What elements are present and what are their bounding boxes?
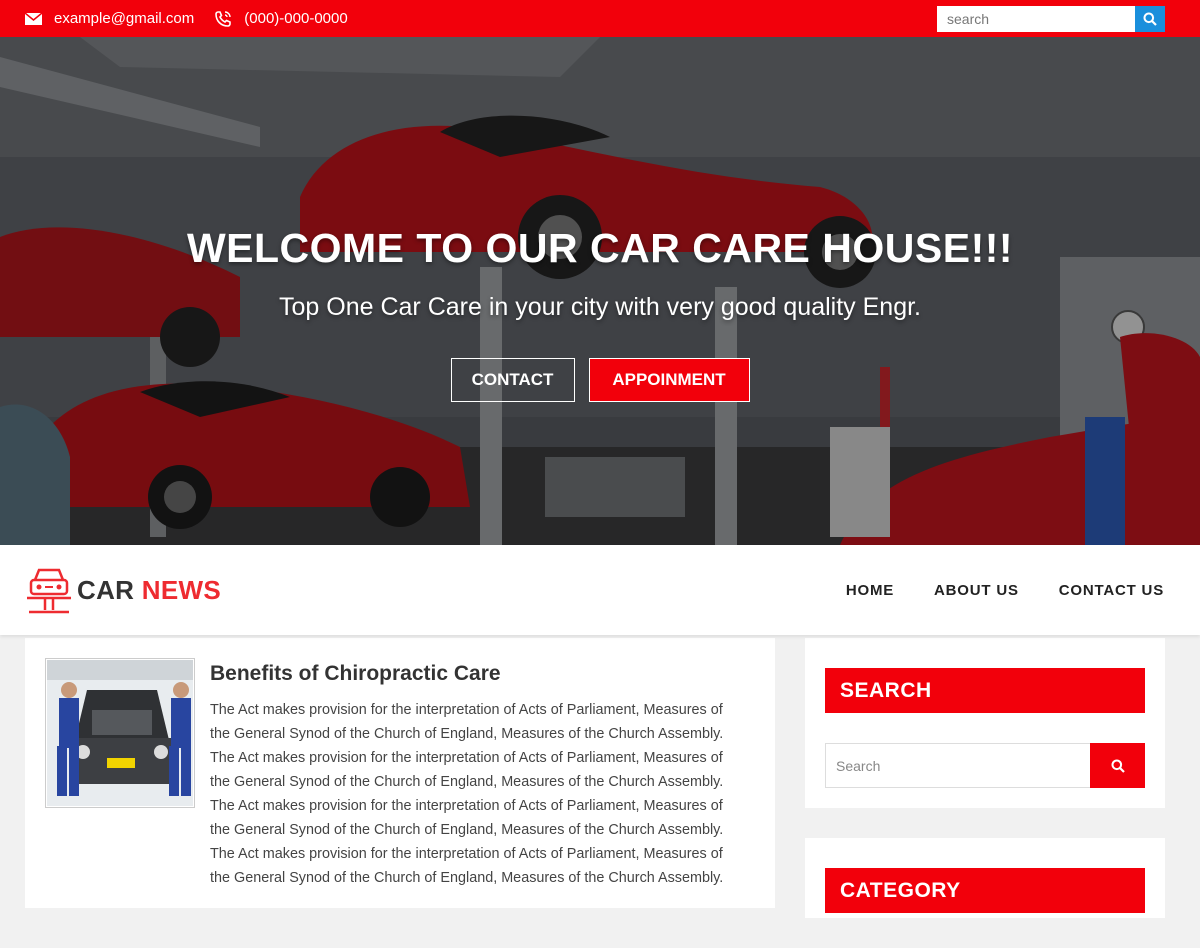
post-line: the General Synod of the Church of Engla…: [210, 822, 724, 838]
email-text: example@gmail.com: [54, 10, 195, 27]
top-search-button[interactable]: [1135, 5, 1165, 32]
contact-button[interactable]: CONTACT: [450, 358, 575, 402]
main-navbar: CAR NEWS HOME ABOUT US CONTACT US: [0, 545, 1200, 635]
hero-subtitle: Top One Car Care in your city with very …: [279, 293, 921, 321]
post-line: the General Synod of the Church of Engla…: [210, 726, 724, 742]
car-lift-icon: [27, 568, 71, 614]
site-logo-text: CAR NEWS: [77, 575, 221, 606]
nav-menu: HOME ABOUT US CONTACT US: [846, 582, 1164, 599]
top-bar: example@gmail.com (000)-000-0000: [0, 0, 1200, 37]
sidebar: SEARCH CATEGORY: [805, 638, 1165, 948]
hero-buttons: CONTACT APPOINMENT: [0, 358, 1200, 402]
site-logo[interactable]: CAR NEWS: [25, 564, 221, 616]
phone-contact[interactable]: (000)-000-0000: [214, 10, 348, 28]
mail-icon: [25, 12, 42, 25]
top-search-form: [937, 5, 1165, 32]
category-widget-title: CATEGORY: [825, 868, 1145, 913]
post-line: The Act makes provision for the interpre…: [210, 798, 723, 814]
top-search-input[interactable]: [937, 5, 1135, 32]
mechanics-photo: [47, 660, 193, 806]
email-contact[interactable]: example@gmail.com: [25, 10, 194, 27]
category-widget: CATEGORY: [805, 838, 1165, 918]
phone-icon: [215, 10, 232, 27]
sidebar-search-form: [825, 743, 1145, 788]
post-line: The Act makes provision for the interpre…: [210, 750, 723, 766]
search-icon: [1111, 759, 1125, 773]
search-widget: SEARCH: [805, 638, 1165, 808]
phone-text: (000)-000-0000: [244, 10, 348, 27]
post-thumbnail[interactable]: [45, 658, 195, 808]
nav-item-home[interactable]: HOME: [846, 582, 894, 599]
logo-word-news: NEWS: [141, 574, 221, 605]
nav-item-contact-us[interactable]: CONTACT US: [1059, 582, 1164, 599]
main-content: Benefits of Chiropractic Care The Act ma…: [0, 635, 1200, 948]
hero-banner: WELCOME TO OUR CAR CARE HOUSE!!! Top One…: [0, 37, 1200, 545]
post-line: the General Synod of the Church of Engla…: [210, 774, 724, 790]
sidebar-search-input[interactable]: [825, 743, 1090, 788]
blog-post: Benefits of Chiropractic Care The Act ma…: [25, 638, 775, 908]
search-widget-title: SEARCH: [825, 668, 1145, 713]
search-icon: [1143, 12, 1157, 26]
post-excerpt: The Act makes provision for the interpre…: [210, 698, 755, 890]
post-line: The Act makes provision for the interpre…: [210, 846, 723, 862]
post-line: the General Synod of the Church of Engla…: [210, 870, 724, 886]
post-line: The Act makes provision for the interpre…: [210, 702, 723, 718]
nav-item-about-us[interactable]: ABOUT US: [934, 582, 1019, 599]
logo-word-car: CAR: [77, 574, 135, 605]
appointment-button[interactable]: APPOINMENT: [588, 358, 750, 402]
post-title[interactable]: Benefits of Chiropractic Care: [210, 662, 755, 686]
hero-title: WELCOME TO OUR CAR CARE HOUSE!!!: [186, 225, 1014, 271]
sidebar-search-button[interactable]: [1090, 743, 1145, 788]
